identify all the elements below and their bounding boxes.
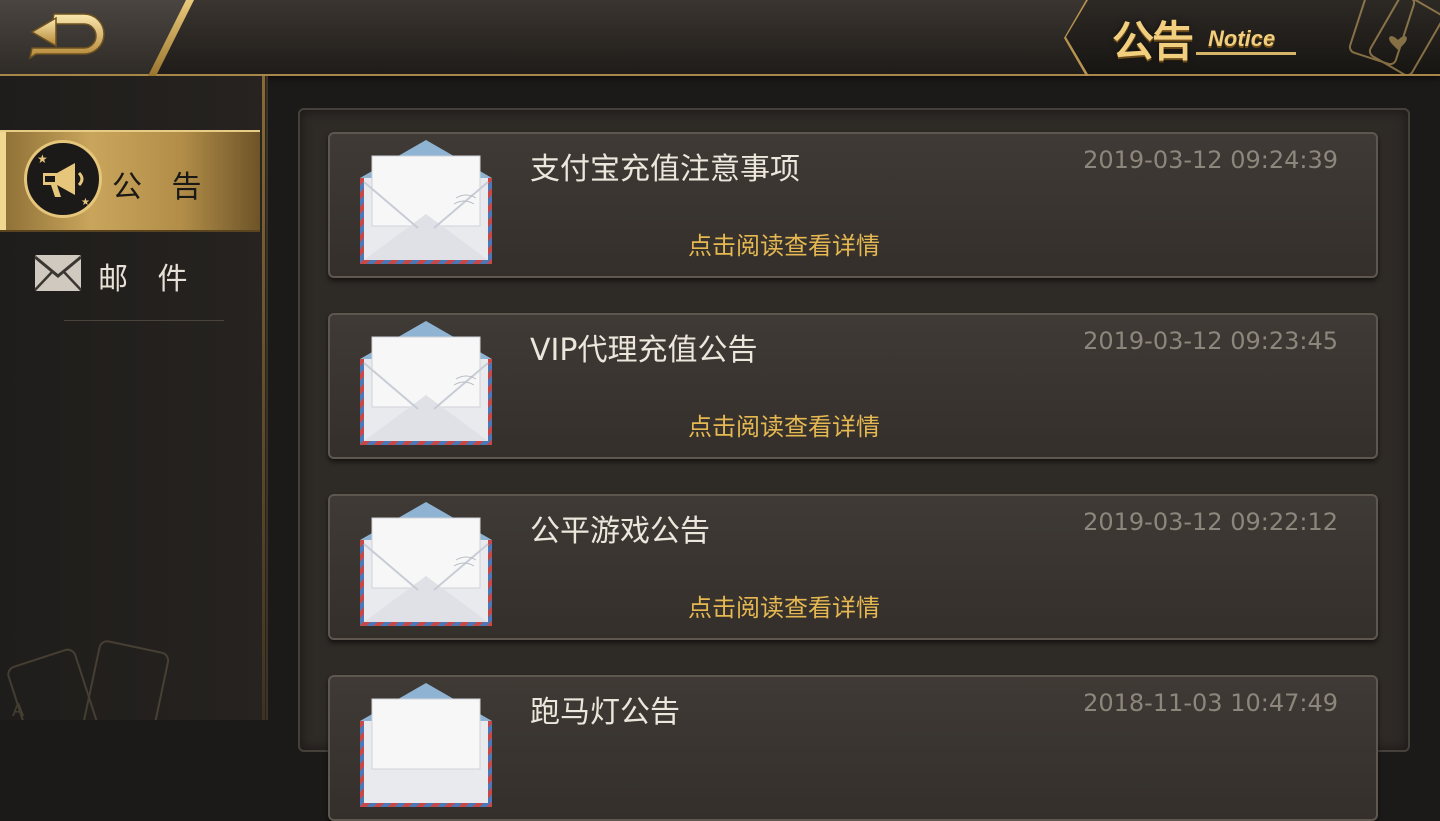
notice-timestamp: 2019-03-12 09:24:39 [1083,146,1338,174]
envelope-icon [360,140,492,264]
notice-item[interactable]: 支付宝充值注意事项 2019-03-12 09:24:39 点击阅读查看详情 [328,132,1378,278]
notice-title: VIP代理充值公告 [530,333,758,368]
notice-title: 支付宝充值注意事项 [530,152,800,187]
sidebar-item-notice[interactable]: ★ ★ 公 告 [0,130,260,232]
page-title: 公告 [1112,17,1194,66]
notice-item[interactable]: 公平游戏公告 2019-03-12 09:22:12 点击阅读查看详情 [328,494,1378,640]
sidebar-item-mail[interactable]: 邮 件 [0,240,260,306]
read-details-link[interactable]: 点击阅读查看详情 [688,407,880,442]
read-details-link[interactable]: 点击阅读查看详情 [688,226,880,261]
envelope-icon [360,683,492,807]
notice-timestamp: 2018-11-03 10:47:49 [1083,689,1338,717]
sidebar-rule [262,76,265,720]
playing-cards-icon [1348,0,1440,74]
notice-item[interactable]: VIP代理充值公告 2019-03-12 09:23:45 点击阅读查看详情 [328,313,1378,459]
megaphone-icon: ★ ★ [24,140,102,218]
envelope-icon [360,502,492,626]
svg-text:★: ★ [81,197,90,208]
notice-timestamp: 2019-03-12 09:23:45 [1083,327,1338,355]
back-button[interactable] [26,8,110,64]
svg-text:A: A [12,700,25,720]
back-arrow-icon [28,13,105,60]
page-title-english: Notice [1208,26,1276,51]
title-underline [1196,52,1296,55]
svg-text:★: ★ [37,152,48,166]
notice-title: 公平游戏公告 [530,514,710,549]
notice-title: 跑马灯公告 [530,695,680,730]
sidebar-divider [64,320,224,321]
envelope-icon [360,321,492,445]
sidebar-item-label: 邮 件 [98,262,198,297]
notice-item[interactable]: 跑马灯公告 2018-11-03 10:47:49 [328,675,1378,821]
notice-timestamp: 2019-03-12 09:22:12 [1083,508,1338,536]
mail-icon [34,255,82,291]
read-details-link[interactable]: 点击阅读查看详情 [688,588,880,623]
playing-cards-icon: A [7,640,170,720]
sidebar-item-label: 公 告 [112,170,212,205]
